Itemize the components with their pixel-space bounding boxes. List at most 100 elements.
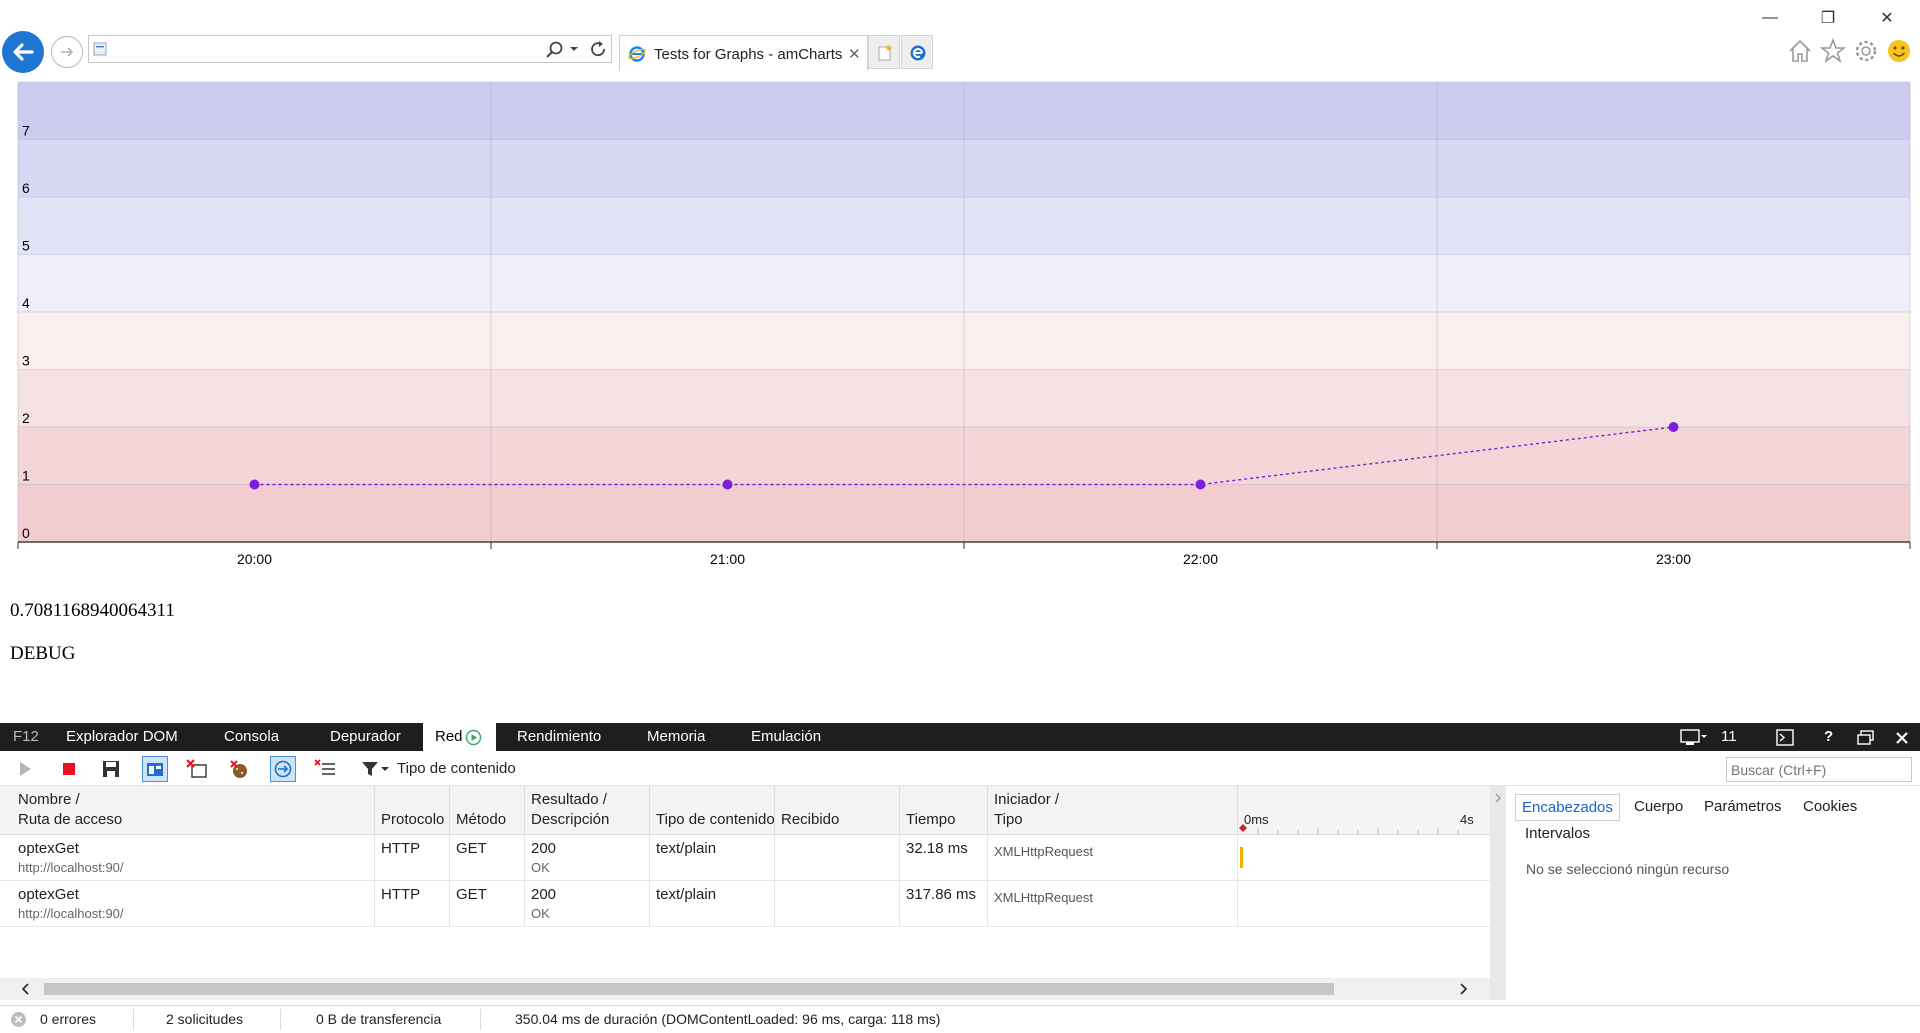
clear-on-navigate-icon[interactable] [270, 756, 296, 782]
edge-tab-button[interactable] [901, 35, 933, 69]
column-header-time[interactable]: Tiempo [900, 786, 988, 834]
search-input[interactable] [1726, 757, 1912, 782]
status-text: OK [531, 906, 550, 921]
error-count: 0 errores [40, 1011, 97, 1027]
clear-entries-icon[interactable] [186, 758, 208, 780]
tab-headers[interactable]: Encabezados [1515, 794, 1620, 821]
always-refresh-toggle-icon[interactable] [142, 756, 168, 782]
smiley-feedback-icon[interactable] [1885, 37, 1913, 65]
tab-timings[interactable]: Intervalos [1525, 825, 1590, 842]
timeline-ruler [1239, 824, 1459, 834]
column-header-protocol[interactable]: Protocolo [375, 786, 450, 834]
tab-dom-explorer[interactable]: Explorador DOM [66, 723, 178, 751]
tab-memory[interactable]: Memoria [647, 723, 705, 751]
y-tick-label: 7 [22, 123, 30, 139]
status-code: 200 [531, 840, 557, 857]
y-tick-label: 2 [22, 410, 30, 426]
stop-profiling-icon[interactable] [58, 758, 80, 780]
network-toolbar: Tipo de contenido [0, 751, 1920, 786]
forward-button[interactable] [51, 36, 83, 68]
x-tick-label: 23:00 [1656, 551, 1691, 567]
search-icon[interactable] [545, 40, 565, 60]
status-code: 200 [531, 886, 557, 903]
tab-emulation[interactable]: Emulación [751, 723, 821, 751]
scroll-left-icon[interactable] [20, 983, 32, 995]
refresh-icon[interactable] [589, 40, 609, 60]
x-tick-label: 20:00 [237, 551, 272, 567]
cell-method: GET [450, 834, 525, 880]
scroll-right-icon[interactable] [1457, 983, 1469, 995]
cell-time: 32.18 ms [900, 834, 988, 880]
clear-cache-icon[interactable] [229, 758, 251, 780]
clear-list-icon[interactable] [314, 758, 336, 780]
restore-button[interactable]: ❐ [1805, 6, 1851, 30]
column-header-result[interactable]: Resultado / Descripción [525, 786, 650, 834]
error-icon[interactable] [10, 1011, 27, 1028]
close-window-button[interactable]: ✕ [1864, 6, 1910, 30]
table-row[interactable]: optexGet http://localhost:90/ HTTP GET 2… [0, 880, 1490, 927]
horizontal-scrollbar[interactable] [0, 978, 1490, 1000]
column-header-received[interactable]: Recibido [775, 786, 900, 834]
cell-result: 200 OK [525, 834, 650, 880]
column-header-result-line1: Resultado / [531, 791, 607, 808]
y-tick-label: 0 [22, 525, 30, 541]
load-duration: 350.04 ms de duración (DOMContentLoaded:… [515, 1011, 941, 1027]
new-tab-icon [878, 45, 892, 61]
console-toggle-icon[interactable] [1776, 729, 1794, 746]
line-chart: 0 1 2 3 4 5 6 7 20:00 21:00 22:00 23:00 [17, 81, 1911, 567]
table-header: Nombre / Ruta de acceso Protocolo Método… [0, 786, 1490, 835]
data-point [722, 479, 733, 490]
start-profiling-icon[interactable] [14, 758, 36, 780]
close-icon[interactable] [1895, 731, 1909, 745]
status-divider [280, 1009, 281, 1030]
browser-tab-active[interactable]: Tests for Graphs - amCharts ✕ [619, 35, 868, 71]
chevron-down-icon[interactable] [569, 45, 579, 53]
x-tick-label: 21:00 [710, 551, 745, 567]
tab-body[interactable]: Cuerpo [1634, 798, 1683, 815]
transfer-size: 0 B de transferencia [316, 1011, 442, 1027]
tab-close-icon[interactable]: ✕ [848, 45, 861, 63]
cell-initiator: XMLHttpRequest [988, 834, 1238, 880]
content-type-filter[interactable]: Tipo de contenido [397, 760, 516, 777]
edge-icon [910, 45, 926, 61]
minimize-button[interactable]: — [1747, 6, 1793, 30]
column-header-content-type[interactable]: Tipo de contenido [650, 786, 775, 834]
document-mode-icon[interactable] [1680, 729, 1708, 746]
tab-console[interactable]: Consola [224, 723, 279, 751]
tab-network[interactable]: Red [435, 723, 463, 751]
save-icon[interactable] [100, 758, 122, 780]
favorites-star-icon[interactable] [1819, 37, 1847, 65]
chevron-right-icon[interactable] [1494, 792, 1502, 804]
address-input[interactable] [111, 38, 535, 62]
request-details-pane: Encabezados Cuerpo Parámetros Cookies In… [1506, 786, 1920, 1000]
data-point [249, 479, 260, 490]
gear-icon[interactable] [1852, 37, 1880, 65]
home-icon[interactable] [1786, 37, 1814, 65]
column-header-content-type-label: Tipo de contenido [656, 811, 775, 828]
scrollbar-thumb[interactable] [44, 983, 1334, 995]
tab-debugger[interactable]: Depurador [330, 723, 401, 751]
undock-icon[interactable] [1857, 730, 1874, 745]
column-header-initiator-line1: Iniciador / [994, 791, 1060, 808]
column-header-initiator[interactable]: Iniciador / Tipo [988, 786, 1238, 834]
tab-performance[interactable]: Rendimiento [517, 723, 601, 751]
network-request-table: Nombre / Ruta de acceso Protocolo Método… [0, 786, 1490, 976]
column-header-method[interactable]: Método [450, 786, 525, 834]
table-row[interactable]: optexGet http://localhost:90/ HTTP GET 2… [0, 834, 1490, 881]
filter-icon[interactable] [360, 758, 390, 780]
column-header-result-line2: Descripción [531, 811, 610, 828]
document-mode-value[interactable]: 11 [1721, 723, 1737, 751]
back-button[interactable] [2, 31, 44, 73]
cell-protocol: HTTP [375, 834, 450, 880]
new-tab-button[interactable] [868, 35, 900, 69]
tab-cookies[interactable]: Cookies [1803, 798, 1857, 815]
tab-parameters[interactable]: Parámetros [1704, 798, 1782, 815]
request-name: optexGet [18, 886, 79, 903]
address-bar[interactable] [88, 35, 612, 63]
help-icon[interactable]: ? [1824, 723, 1833, 751]
column-header-timeline[interactable]: 0ms 4s [1238, 786, 1490, 834]
cell-timeline [1238, 834, 1490, 880]
cell-initiator: XMLHttpRequest [988, 880, 1238, 926]
column-header-name[interactable]: Nombre / Ruta de acceso [0, 786, 375, 834]
pane-splitter[interactable] [1490, 786, 1506, 1000]
